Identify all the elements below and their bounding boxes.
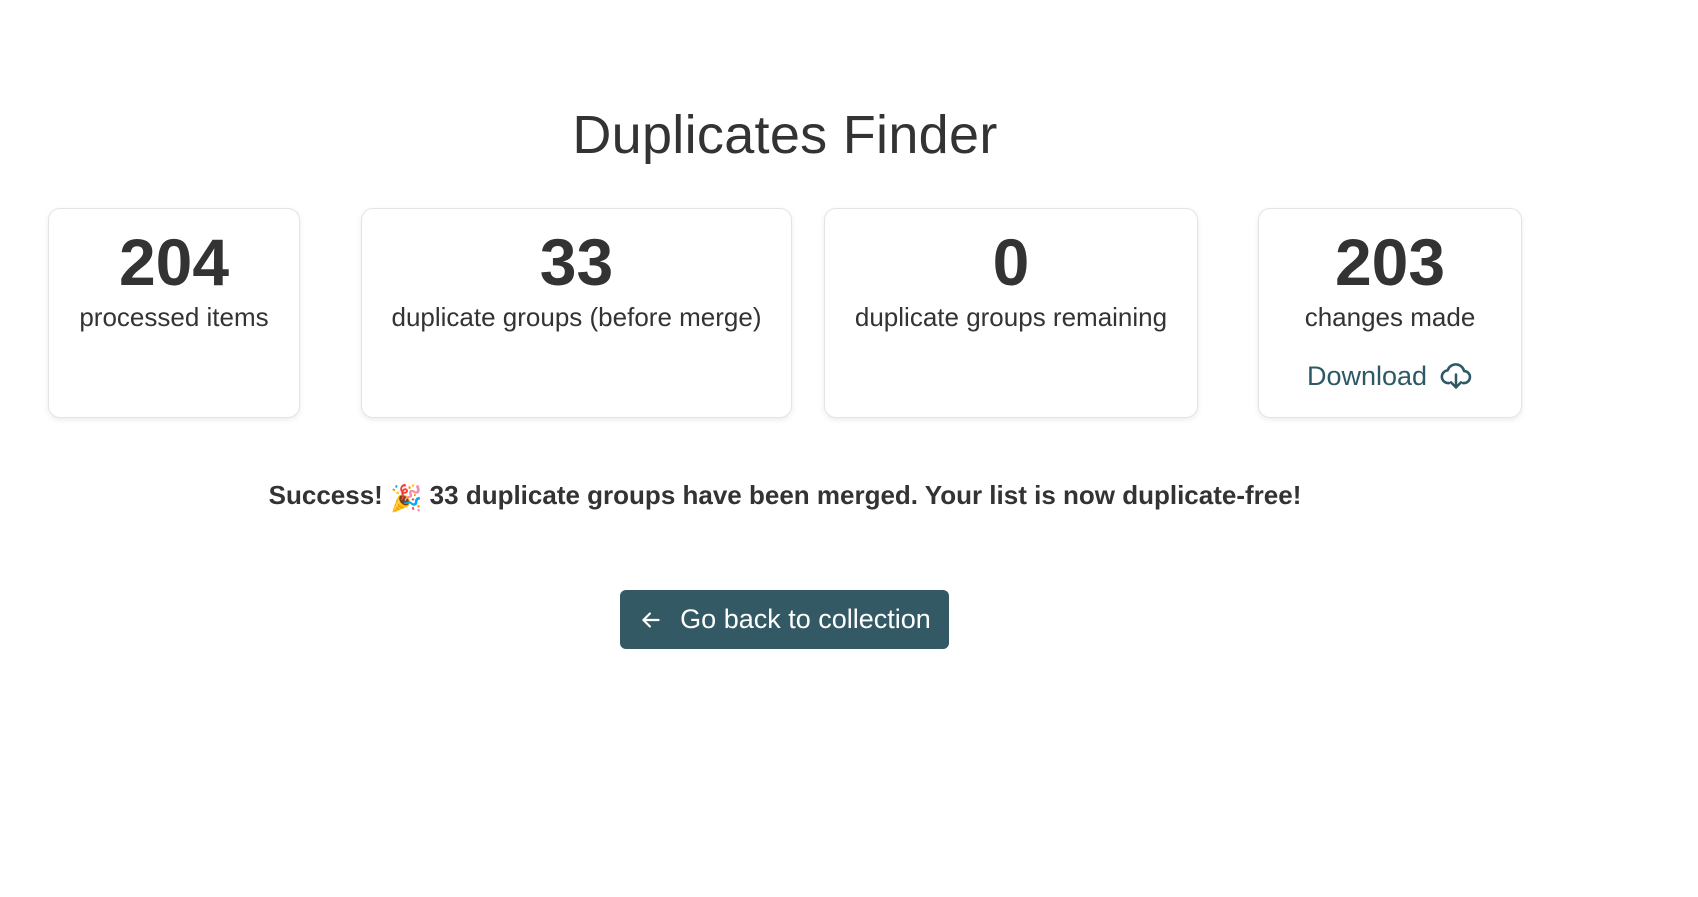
stat-value: 203 — [1334, 225, 1446, 299]
stat-card-duplicate-groups-before: 33 duplicate groups (before merge) — [361, 208, 792, 418]
page-title: Duplicates Finder — [572, 105, 998, 165]
download-label: Download — [1306, 360, 1428, 391]
stat-label: duplicate groups (before merge) — [391, 302, 762, 332]
success-lead: Success! — [268, 480, 383, 510]
success-message: Success! 🎉 33 duplicate groups have been… — [0, 480, 1570, 514]
stat-card-duplicate-groups-remaining: 0 duplicate groups remaining — [824, 208, 1198, 418]
arrow-left-icon — [642, 611, 660, 628]
success-text: 33 duplicate groups have been merged. Yo… — [429, 480, 1302, 510]
stat-label: duplicate groups remaining — [854, 302, 1168, 332]
cloud-download-icon — [1440, 363, 1472, 389]
download-link[interactable]: Download — [1307, 359, 1473, 393]
stat-card-changes-made: 203 changes made Download — [1258, 208, 1522, 418]
go-back-label: Go back to collection — [680, 604, 931, 634]
stat-label: processed items — [79, 302, 269, 332]
stats-row: 204 processed items 33 duplicate groups … — [0, 208, 1570, 418]
stat-label: changes made — [1304, 302, 1476, 332]
stat-value: 204 — [118, 225, 230, 299]
stat-value: 33 — [539, 225, 614, 299]
stat-value: 0 — [992, 225, 1030, 299]
stat-card-processed-items: 204 processed items — [48, 208, 300, 418]
go-back-button[interactable]: Go back to collection — [620, 590, 949, 649]
party-popper-icon: 🎉 — [390, 483, 423, 513]
duplicates-finder-page: Duplicates Finder 204 processed items 33… — [0, 0, 1698, 897]
